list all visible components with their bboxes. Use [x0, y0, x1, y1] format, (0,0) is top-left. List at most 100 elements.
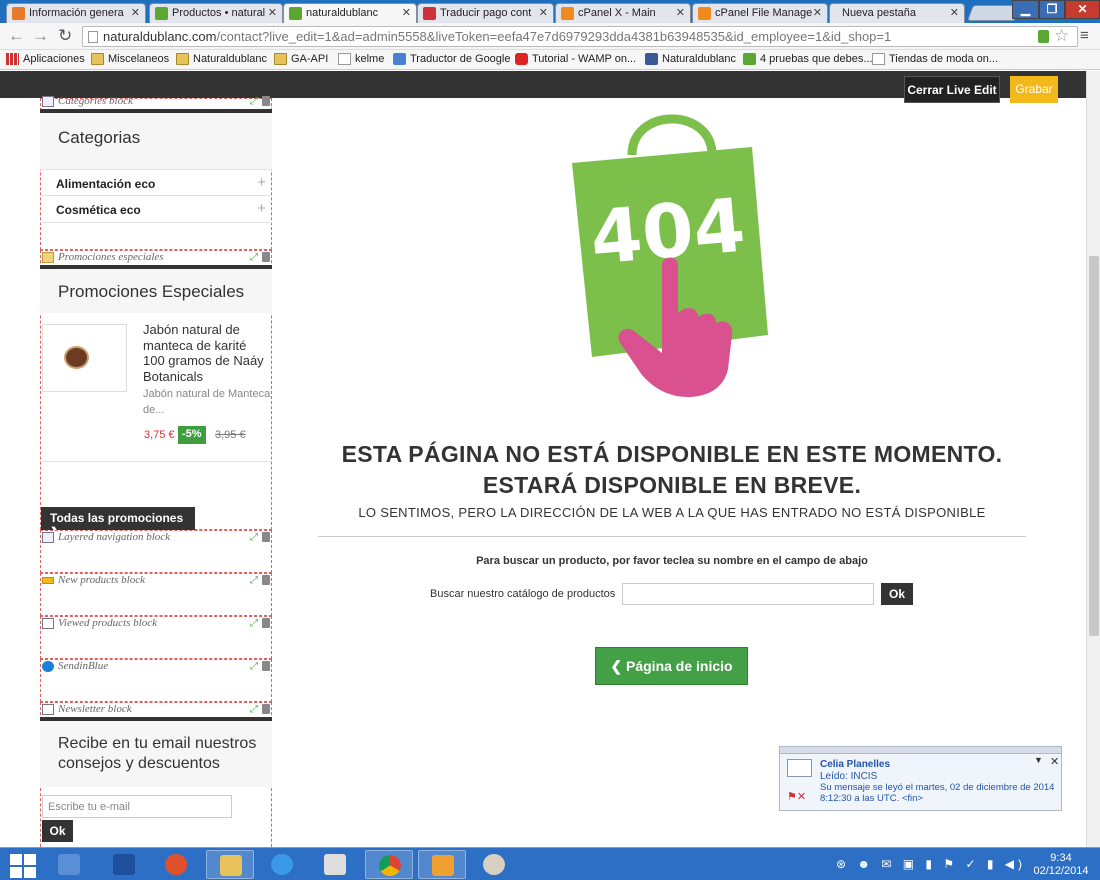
close-icon[interactable]: ✕: [268, 6, 277, 19]
newsletter-ok-button[interactable]: Ok: [42, 820, 73, 842]
search-input[interactable]: [622, 583, 874, 605]
tab-traducir[interactable]: Traducir pago cont ✕: [417, 3, 554, 23]
scrollbar-thumb[interactable]: [1089, 256, 1099, 636]
block-label: Layered navigation block: [42, 531, 170, 543]
taskbar-app-computer[interactable]: [45, 850, 93, 879]
block-label: Newsletter block: [42, 703, 132, 715]
page-icon: [338, 53, 351, 65]
tab-nueva-pestana[interactable]: Nueva pestaña ✕: [829, 3, 965, 23]
plus-icon[interactable]: +: [257, 174, 266, 191]
home-page-button[interactable]: ❮ Página de inicio: [595, 647, 748, 685]
block-controls[interactable]: ⤢: [250, 704, 270, 715]
powershell-icon: [113, 854, 135, 875]
maximize-button[interactable]: ❐: [1039, 0, 1065, 19]
bookmark-ga-api[interactable]: GA-API: [274, 53, 328, 65]
system-tray[interactable]: ⊛ ☻ ✉ ▣ ▮ ⚑ ✓ ▮ ◀): [836, 857, 1026, 871]
back-arrow-icon[interactable]: ←: [8, 27, 25, 45]
outlook-icon: [432, 855, 454, 876]
block-controls[interactable]: ⤢: [250, 96, 270, 107]
taskbar-app-outlook[interactable]: [418, 850, 466, 879]
clock[interactable]: 9:34 02/12/2014: [1028, 852, 1094, 878]
move-icon: ⤢: [250, 661, 258, 672]
delete-icon: [262, 618, 270, 629]
bookmark-star-icon[interactable]: ☆: [1054, 27, 1069, 45]
search-ok-button[interactable]: Ok: [881, 583, 913, 605]
product-image[interactable]: [42, 324, 127, 392]
taskbar-app-ie[interactable]: [258, 850, 306, 879]
newsletter-email-input[interactable]: Escribe tu e-mail: [42, 795, 232, 818]
taskbar-app-powershell[interactable]: [100, 850, 148, 879]
notification-sender: Celia Planelles: [820, 759, 891, 770]
url-input[interactable]: naturaldublanc.com/contact?live_edit=1&a…: [82, 26, 1078, 47]
bookmark-naturaldublanc-fb[interactable]: Naturaldublanc: [645, 53, 736, 65]
block-controls[interactable]: ⤢: [250, 661, 270, 672]
page-icon: [872, 53, 885, 65]
bookmark-4-pruebas[interactable]: 4 pruebas que debes...: [743, 53, 873, 65]
magnifier-icon: [42, 618, 54, 629]
close-icon[interactable]: ✕: [813, 6, 822, 19]
close-icon[interactable]: ✕: [1050, 755, 1059, 768]
bookmark-traductor[interactable]: Traductor de Google: [393, 53, 510, 65]
tab-cpanel-file-manager[interactable]: cPanel File Manage ✕: [692, 3, 828, 23]
delete-icon: [262, 532, 270, 543]
taskbar-app-rocket[interactable]: [311, 850, 359, 879]
bookmark-miscelaneos[interactable]: Miscelaneos: [91, 53, 169, 65]
error-subtitle: LO SENTIMOS, PERO LA DIRECCIÓN DE LA WEB…: [358, 505, 986, 520]
taskbar-app-explorer[interactable]: [206, 850, 254, 879]
tab-naturaldublanc[interactable]: naturaldublanc ✕: [283, 3, 417, 24]
block-label: Categories block: [42, 95, 133, 107]
forward-arrow-icon[interactable]: →: [32, 27, 49, 45]
start-button[interactable]: [4, 852, 38, 878]
scrollbar[interactable]: [1086, 71, 1100, 847]
product-name[interactable]: Jabón natural de manteca de karité 100 g…: [143, 322, 271, 384]
plus-icon[interactable]: +: [257, 200, 266, 217]
taskbar-app-media[interactable]: [152, 850, 200, 879]
new-badge-icon: [42, 577, 54, 584]
block-controls[interactable]: ⤢: [250, 618, 270, 629]
folder-icon: [274, 53, 287, 65]
extension-icon[interactable]: [1038, 30, 1049, 43]
category-item[interactable]: Cosmética eco +: [40, 196, 272, 223]
tab-productos[interactable]: Productos • natural ✕: [149, 3, 283, 23]
close-icon[interactable]: ✕: [402, 6, 411, 19]
search-note: Para buscar un producto, por favor tecle…: [476, 555, 868, 567]
block-controls[interactable]: ⤢: [250, 252, 270, 263]
close-icon[interactable]: ✕: [676, 6, 685, 19]
block-controls[interactable]: ⤢: [250, 532, 270, 543]
folder-icon: [176, 53, 189, 65]
taskbar-app-chrome[interactable]: [365, 850, 413, 879]
reload-icon[interactable]: ↻: [58, 27, 72, 45]
bookmarks-bar: Aplicaciones Miscelaneos Naturaldublanc …: [0, 50, 1100, 70]
menu-icon[interactable]: ≡: [1080, 27, 1089, 45]
block-label: Promociones especiales: [42, 251, 164, 263]
close-icon[interactable]: ✕: [131, 6, 140, 19]
all-promos-button[interactable]: Todas las promociones ❯: [41, 507, 195, 539]
tab-informacion[interactable]: Información genera ✕: [6, 3, 146, 23]
chevron-down-icon[interactable]: ▼: [1034, 755, 1043, 765]
taskbar: ⊛ ☻ ✉ ▣ ▮ ⚑ ✓ ▮ ◀) 9:34 02/12/2014: [0, 847, 1100, 880]
email-notification-popup[interactable]: ▼ ✕ ⚑✕ Celia Planelles Leído: INCIS Su m…: [779, 746, 1062, 811]
save-button[interactable]: Grabar: [1010, 76, 1058, 103]
close-live-edit-button[interactable]: Cerrar Live Edit: [904, 76, 1000, 103]
close-icon[interactable]: ✕: [950, 6, 959, 19]
bookmark-tiendas[interactable]: Tiendas de moda on...: [872, 53, 998, 65]
url-domain: naturaldublanc.com: [103, 29, 217, 44]
taskbar-app-paint[interactable]: [470, 850, 518, 879]
drag-handle[interactable]: [780, 747, 1061, 754]
url-path: /contact?live_edit=1&ad=admin5558&liveTo…: [216, 29, 892, 44]
bookmark-kelme[interactable]: kelme: [338, 53, 384, 65]
minimize-button[interactable]: ▁: [1012, 0, 1039, 19]
bookmark-tutorial-wamp[interactable]: Tutorial - WAMP on...: [515, 53, 636, 65]
folder-icon: [91, 53, 104, 65]
flag-icon[interactable]: ⚑✕: [787, 790, 806, 803]
close-icon[interactable]: ✕: [539, 6, 548, 19]
bookmark-aplicaciones[interactable]: Aplicaciones: [6, 53, 85, 65]
bookmark-naturaldublanc-folder[interactable]: Naturaldublanc: [176, 53, 267, 65]
clock-time: 9:34: [1050, 852, 1072, 864]
block-controls[interactable]: ⤢: [250, 575, 270, 586]
sendinblue-icon: [42, 661, 54, 672]
move-icon: ⤢: [250, 618, 258, 629]
close-window-button[interactable]: ✕: [1065, 0, 1100, 19]
category-item[interactable]: Alimentación eco +: [40, 169, 272, 196]
tab-cpanel-main[interactable]: cPanel X - Main ✕: [555, 3, 691, 23]
